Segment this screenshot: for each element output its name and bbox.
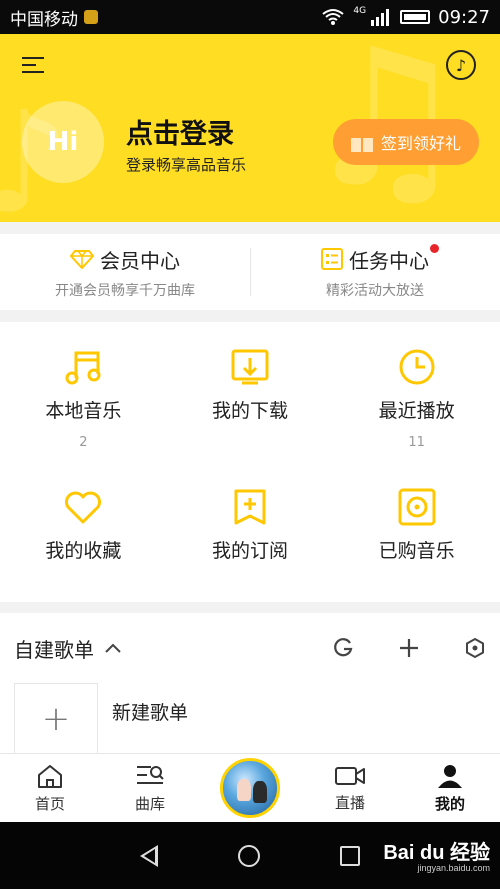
grid-item-purchased[interactable]: 已购音乐 xyxy=(333,462,500,602)
lock-icon xyxy=(84,10,98,24)
recent-apps-icon[interactable] xyxy=(340,845,360,866)
video-icon xyxy=(335,766,365,785)
settings-hex-icon[interactable] xyxy=(464,637,486,659)
grid-item-downloads[interactable]: 我的下载 xyxy=(167,322,334,462)
music-note-icon[interactable]: ♪ xyxy=(446,50,476,80)
carrier-name: 中国移动 xyxy=(10,9,78,30)
tab-label: 首页 xyxy=(34,794,65,813)
profile-header: ♫ ♪ ♪ Hi 点击登录 登录畅享高品音乐 签到领好礼 xyxy=(0,34,500,222)
login-subtitle: 登录畅享高品音乐 xyxy=(126,156,247,174)
grid-label: 已购音乐 xyxy=(378,540,455,562)
playlist-section-title[interactable]: 自建歌单 xyxy=(14,634,94,663)
grid-label: 我的订阅 xyxy=(211,540,288,562)
clock-time: 09:27 xyxy=(438,6,490,28)
wifi-icon xyxy=(322,9,345,25)
signin-label: 签到领好礼 xyxy=(380,134,461,153)
battery-icon xyxy=(400,10,431,24)
playlist-section: 自建歌单 + 新建歌单 xyxy=(0,613,500,753)
grid-label: 我的下载 xyxy=(211,400,288,422)
avatar-text: Hi xyxy=(47,127,79,157)
diamond-icon xyxy=(70,250,94,269)
bookmark-icon xyxy=(234,489,266,525)
grid-label: 本地音乐 xyxy=(45,400,122,422)
user-icon xyxy=(438,764,462,788)
tab-label: 我的 xyxy=(434,794,465,813)
tab-label: 曲库 xyxy=(134,794,165,813)
member-center-subtitle: 开通会员畅享千万曲库 xyxy=(55,282,195,299)
grid-item-recent[interactable]: 最近播放 11 xyxy=(333,322,500,462)
home-icon xyxy=(38,764,62,788)
grid-label: 最近播放 xyxy=(378,400,455,422)
vip-task-row: 会员中心 开通会员畅享千万曲库 任务中心 精彩活动大放送 xyxy=(0,234,500,310)
grid-item-local-music[interactable]: 本地音乐 2 xyxy=(0,322,167,462)
network-type: 4G xyxy=(353,6,367,16)
tab-mine[interactable]: 我的 xyxy=(400,754,500,822)
grid-count: 11 xyxy=(408,435,425,450)
task-center[interactable]: 任务中心 精彩活动大放送 xyxy=(250,234,500,310)
chevron-up-icon[interactable] xyxy=(104,642,122,654)
login-title[interactable]: 点击登录 xyxy=(126,112,234,151)
notification-dot xyxy=(430,244,439,253)
new-playlist-item[interactable]: + 新建歌单 xyxy=(0,683,500,753)
new-playlist-label: 新建歌单 xyxy=(112,701,189,724)
task-center-title: 任务中心 xyxy=(349,248,429,273)
music-note-icon xyxy=(65,351,101,385)
gift-icon xyxy=(350,132,373,152)
grid-item-favorites[interactable]: 我的收藏 xyxy=(0,462,167,602)
home-circle-icon[interactable] xyxy=(238,844,260,867)
menu-icon[interactable] xyxy=(22,52,52,82)
task-center-subtitle: 精彩活动大放送 xyxy=(326,282,424,299)
refresh-icon[interactable] xyxy=(332,637,354,659)
signal-icon xyxy=(371,9,390,26)
signin-gift-button[interactable]: 签到领好礼 xyxy=(333,119,479,165)
tab-home[interactable]: 首页 xyxy=(0,754,100,822)
status-bar: 中国移动 4G 09:27 xyxy=(0,0,500,34)
bottom-tab-bar: 首页 曲库 直播 我的 xyxy=(0,753,500,822)
shortcut-grid: 本地音乐 2 我的下载 最近播放 11 我的收藏 我的订阅 已购音乐 xyxy=(0,322,500,602)
grid-label: 我的收藏 xyxy=(45,540,122,562)
download-icon xyxy=(231,349,269,385)
tab-library[interactable]: 曲库 xyxy=(100,754,200,822)
now-playing-disc xyxy=(220,758,280,818)
member-center-title: 会员中心 xyxy=(100,248,180,273)
tab-live[interactable]: 直播 xyxy=(300,754,400,822)
tab-label: 直播 xyxy=(334,793,365,812)
task-list-icon xyxy=(321,248,343,270)
avatar[interactable]: Hi xyxy=(22,101,104,183)
heart-icon xyxy=(65,491,102,524)
clock-icon xyxy=(399,349,435,385)
grid-item-subscriptions[interactable]: 我的订阅 xyxy=(167,462,334,602)
grid-count: 2 xyxy=(79,435,88,450)
watermark-sub: jingyan.baidu.com xyxy=(417,863,490,873)
back-icon[interactable] xyxy=(140,844,158,867)
now-playing-button[interactable] xyxy=(200,754,300,822)
purchased-disc-icon xyxy=(398,488,436,526)
watermark-main: Bai du 经验 xyxy=(383,842,490,864)
watermark-logo: Bai du 经验 jingyan.baidu.com xyxy=(383,836,490,873)
library-search-icon xyxy=(137,765,164,784)
member-center[interactable]: 会员中心 开通会员畅享千万曲库 xyxy=(0,234,250,310)
add-icon: + xyxy=(14,683,98,753)
add-icon[interactable] xyxy=(398,637,420,659)
